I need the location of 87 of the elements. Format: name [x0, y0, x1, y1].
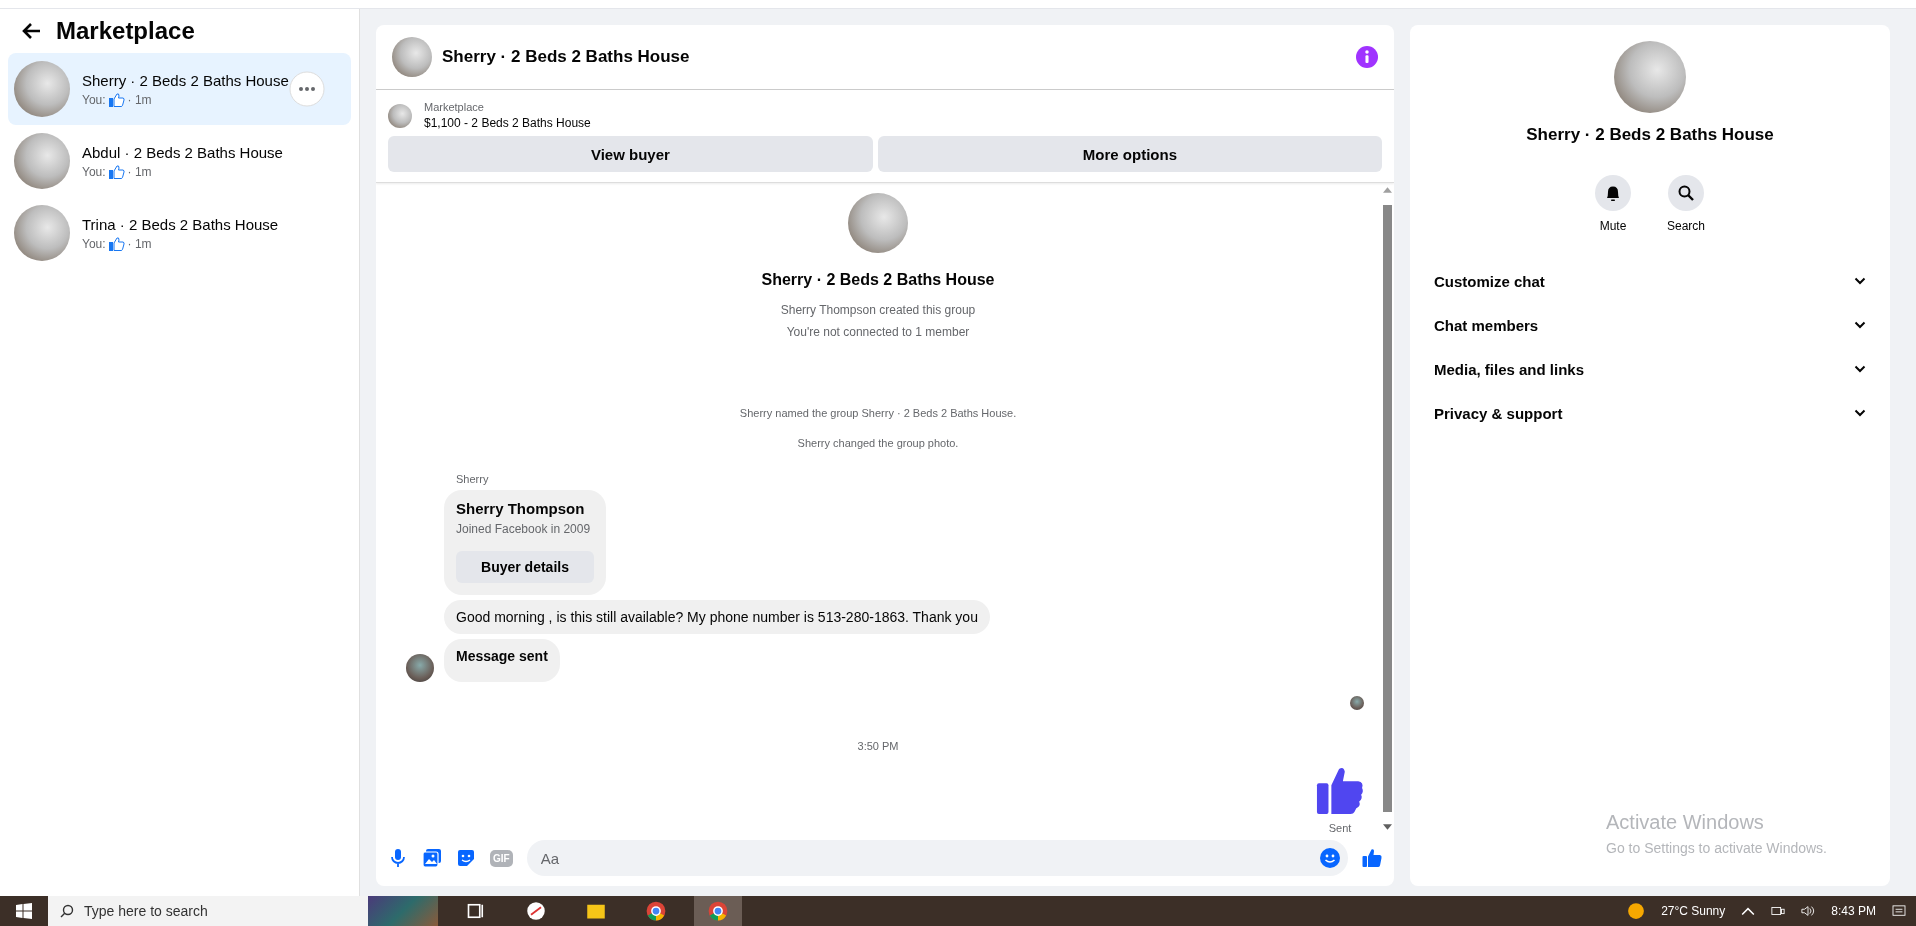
scroll-down-arrow-icon[interactable]: [1382, 824, 1392, 830]
sender-name: Sherry: [456, 473, 489, 485]
activation-title: Activate Windows: [1606, 811, 1765, 834]
action-label: Search: [1667, 219, 1705, 233]
section-label: Media, files and links: [1434, 360, 1585, 378]
section-label: Chat members: [1434, 316, 1539, 334]
search-placeholder: Type here to search: [84, 903, 208, 919]
room-photo: [14, 205, 70, 261]
sticker-icon[interactable]: [456, 848, 476, 868]
conversation-item[interactable]: Sherry · 2 Beds 2 Baths House You: · 1m: [8, 53, 351, 125]
conversation-item[interactable]: Abdul · 2 Beds 2 Baths House You: · 1m: [8, 125, 351, 197]
task-view-icon[interactable]: [466, 901, 486, 921]
browser-icon[interactable]: [646, 901, 666, 921]
section-label: Privacy & support: [1434, 404, 1563, 422]
message-input[interactable]: Aa: [538, 848, 1320, 868]
action-label: Mute: [1599, 219, 1627, 233]
activation-text: Go to Settings to activate Windows.: [1606, 840, 1828, 856]
image-icon[interactable]: [422, 848, 442, 868]
preview-text: You:: [82, 164, 106, 179]
room-photo: [14, 61, 70, 117]
group-title: Sherry · 2 Beds 2 Baths House: [761, 271, 995, 289]
preview-text: You:: [82, 92, 106, 107]
preview-text: You:: [82, 236, 106, 251]
network-icon[interactable]: [1771, 905, 1786, 917]
read-receipt-avatar: [1350, 696, 1364, 710]
speaker-icon[interactable]: [1801, 905, 1816, 917]
info-icon[interactable]: [1356, 46, 1378, 68]
room-photo: [848, 193, 908, 253]
action-button[interactable]: More options: [877, 136, 1382, 172]
time-text: · 1m: [127, 236, 152, 251]
chevron-up-icon[interactable]: [1741, 905, 1756, 917]
thumbs-up-icon[interactable]: [1362, 848, 1382, 868]
buyer-details-button[interactable]: Buyer details: [456, 551, 594, 583]
scrollbar-thumb[interactable]: [1382, 205, 1392, 812]
timestamp: 3:50 PM: [857, 740, 899, 752]
back-arrow-icon[interactable]: [22, 21, 42, 41]
message-bubble: Good morning , is this still available? My phone number is 513-280-1863. Thank you: [444, 600, 990, 634]
room-photo: [14, 133, 70, 189]
conversation-title: Sherry · 2 Beds 2 Baths House: [1526, 125, 1774, 145]
thumbs-up-icon: [108, 164, 125, 179]
chat-title: Sherry · 2 Beds 2 Baths House: [442, 47, 691, 67]
section-header[interactable]: Privacy & support: [1426, 391, 1874, 435]
room-photo: [392, 37, 432, 77]
thumbs-up-icon: [108, 92, 125, 107]
thumbs-up-icon: [108, 236, 125, 251]
more-options-icon[interactable]: [289, 71, 325, 107]
avatar-circle: [406, 654, 434, 682]
search-icon[interactable]: [1668, 175, 1704, 211]
conversation-name: Sherry · 2 Beds 2 Baths House: [82, 71, 289, 89]
message-bubble: Message sent: [444, 639, 560, 682]
listing-label: Marketplace: [424, 101, 485, 113]
conversation-name: Trina · 2 Beds 2 Baths House: [82, 215, 279, 233]
buyer-name: Sherry Thompson: [456, 500, 586, 517]
scroll-up-arrow-icon[interactable]: [1382, 187, 1392, 193]
active-app-tile[interactable]: [694, 896, 742, 926]
sidebar-title: Marketplace: [56, 17, 195, 45]
group-info-text: You're not connected to 1 member: [786, 325, 970, 339]
notification-icon[interactable]: [1892, 905, 1906, 917]
system-notice: Sherry named the group Sherry · 2 Beds 2 Baths House.: [739, 407, 1017, 419]
room-photo: [388, 103, 412, 128]
action-button[interactable]: View buyer: [388, 136, 873, 172]
emoji-icon[interactable]: [1320, 848, 1340, 868]
section-header[interactable]: Media, files and links: [1426, 347, 1874, 391]
conversation-name: Abdul · 2 Beds 2 Baths House: [82, 143, 283, 161]
group-info-text: Sherry Thompson created this group: [780, 303, 976, 317]
app-icon[interactable]: [526, 901, 546, 921]
section-header[interactable]: Chat members: [1426, 303, 1874, 347]
buyer-subtitle: Joined Facebook in 2009: [456, 522, 592, 536]
system-notice: Sherry changed the group photo.: [797, 437, 959, 449]
search-icon: [60, 904, 74, 918]
conversation-item[interactable]: Trina · 2 Beds 2 Baths House You: · 1m: [8, 197, 351, 269]
time-text: · 1m: [127, 164, 152, 179]
thumbs-up-icon: [1316, 766, 1364, 814]
weather-text: 27°C Sunny: [1661, 904, 1726, 918]
section-header[interactable]: Customize chat: [1426, 259, 1874, 303]
time-text: · 1m: [127, 92, 152, 107]
message-field[interactable]: Aa: [526, 840, 1348, 876]
sent-status: Sent: [1328, 822, 1352, 834]
bell-icon[interactable]: [1595, 175, 1631, 211]
sun-icon: [1627, 902, 1646, 920]
listing-title: $1,100 - 2 Beds 2 Baths House: [424, 116, 591, 130]
windows-logo-icon[interactable]: [16, 903, 32, 919]
clock-text: 8:43 PM: [1831, 904, 1876, 918]
microphone-icon[interactable]: [388, 848, 408, 868]
taskbar-search-field[interactable]: Type here to search: [48, 896, 368, 926]
browser-icon[interactable]: [708, 901, 728, 921]
section-label: Customize chat: [1434, 272, 1545, 290]
